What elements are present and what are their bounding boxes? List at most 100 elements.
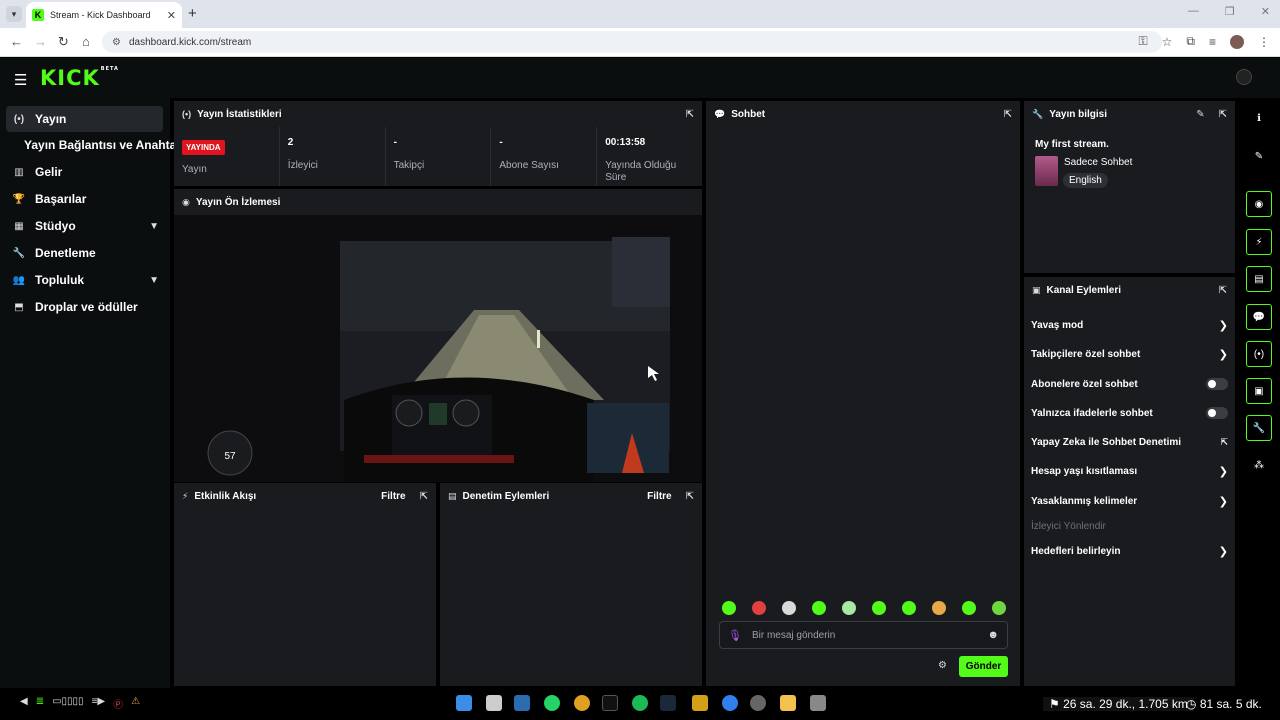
taskbar-app-icon[interactable] (692, 695, 708, 711)
chat-message-field[interactable]: 🎙 ☻ (719, 621, 1008, 649)
filter-button[interactable]: Filtre (647, 491, 671, 502)
emote-icon[interactable] (962, 601, 976, 615)
whatsapp-icon[interactable] (544, 695, 560, 711)
edit-pencil-icon[interactable]: ✎ (1246, 143, 1272, 169)
sidebar-item-yayin[interactable]: (•) Yayın (6, 106, 163, 132)
reading-list-icon[interactable]: ≡ (1209, 35, 1216, 49)
file-explorer-icon[interactable] (780, 695, 796, 711)
edge-icon[interactable] (722, 695, 738, 711)
popout-icon[interactable]: ⇱ (1004, 109, 1012, 120)
bookmark-star-icon[interactable]: ☆ (1162, 35, 1173, 49)
chevron-right-icon: ❯ (1218, 319, 1228, 332)
home-icon[interactable]: ⌂ (82, 34, 90, 49)
panel-title: Yayın Ön İzlemesi (195, 196, 281, 208)
chrome-icon[interactable] (574, 695, 590, 711)
preview-toggle-icon[interactable]: ◉ (1246, 191, 1272, 217)
emotes-only-toggle[interactable] (1206, 407, 1228, 419)
action-set-goals[interactable]: Hedefleri belirleyin ❯ (1031, 542, 1228, 560)
action-account-age[interactable]: Hesap yaşı kısıtlaması ❯ (1031, 462, 1228, 480)
stream-preview[interactable]: 57 (174, 215, 702, 482)
popout-icon[interactable]: ⇱ (686, 109, 694, 120)
activity-toggle-icon[interactable]: ⚡ (1246, 229, 1272, 255)
speedometer-value: 57 (224, 451, 236, 462)
browser-menu-icon[interactable]: ⋮ (1258, 35, 1270, 49)
action-ai-moderation[interactable]: Yapay Zeka ile Sohbet Denetimi ⇱ (1031, 433, 1228, 451)
sidebar-item-studyo[interactable]: ▦ Stüdyo ▼ (6, 213, 163, 239)
emote-icon[interactable] (902, 601, 916, 615)
add-widget-icon[interactable]: ⁂ (1246, 452, 1272, 478)
chevron-down-icon[interactable]: ▼ (149, 221, 159, 232)
maximize-icon[interactable]: ❐ (1225, 5, 1235, 18)
stat-label: Abone Sayısı (499, 160, 559, 171)
kick-logo[interactable]: KICKBETA (40, 66, 119, 90)
game-frame-image: 57 (174, 215, 702, 482)
emote-icon[interactable] (812, 601, 826, 615)
chevron-right-icon: ❯ (1218, 348, 1228, 361)
taskbar-app-icon[interactable] (486, 695, 502, 711)
moderation-toggle-icon[interactable]: ▤ (1246, 266, 1272, 292)
send-button[interactable]: Gönder (959, 656, 1008, 677)
back-icon[interactable]: ← (10, 34, 23, 49)
moderation-actions-panel: ▤ Denetim Eylemleri Filtre ⇱ (440, 483, 702, 686)
taskbar-app-icon[interactable] (514, 695, 530, 711)
emote-icon[interactable] (722, 601, 736, 615)
filter-button[interactable]: Filtre (381, 491, 405, 502)
chevron-down-icon[interactable]: ▼ (149, 275, 159, 286)
tab-search-button[interactable]: ▾ (6, 6, 22, 22)
tab-close-icon[interactable]: ✕ (167, 9, 176, 22)
spotify-icon[interactable] (632, 695, 648, 711)
site-info-icon[interactable]: ⚙ (112, 37, 121, 48)
subscribers-only-toggle[interactable] (1206, 378, 1228, 390)
user-avatar[interactable] (1236, 69, 1252, 85)
emote-icon[interactable] (782, 601, 796, 615)
emote-icon[interactable] (932, 601, 946, 615)
popout-icon[interactable]: ⇱ (1219, 285, 1227, 296)
broadcast-toggle-icon[interactable]: (•) (1246, 341, 1272, 367)
microphone-icon[interactable]: 🎙 (728, 629, 742, 642)
browser-tab[interactable]: K Stream - Kick Dashboard ✕ (26, 2, 182, 28)
sidebar-item-gelir[interactable]: ▥ Gelir (6, 159, 163, 185)
browser-toolbar: ← → ↻ ⌂ ⚙ dashboard.kick.com/stream ⚿ ☆ … (0, 28, 1280, 57)
windows-start-icon[interactable] (456, 695, 472, 711)
emoji-picker-icon[interactable]: ☻ (987, 629, 999, 641)
minimize-icon[interactable]: — (1188, 5, 1199, 18)
sidebar-item-denetleme[interactable]: 🔧 Denetleme (6, 240, 163, 266)
stream-info-toggle-icon[interactable]: 🔧 (1246, 415, 1272, 441)
channel-actions-toggle-icon[interactable]: ▣ (1246, 378, 1272, 404)
action-followers-only[interactable]: Takipçilere özel sohbet ❯ (1031, 345, 1228, 363)
forward-icon[interactable]: → (34, 34, 47, 49)
chat-input[interactable] (751, 629, 988, 641)
sidebar-item-basarilar[interactable]: 🏆 Başarılar (6, 186, 163, 212)
action-slow-mode[interactable]: Yavaş mod ❯ (1031, 316, 1228, 334)
info-icon[interactable]: ℹ (1246, 105, 1272, 131)
taskbar-app-icon[interactable] (810, 695, 826, 711)
sidebar-item-droplar[interactable]: ⬒ Droplar ve ödüller (6, 294, 163, 320)
popout-icon[interactable]: ⇱ (1219, 109, 1227, 120)
steam-icon[interactable] (660, 695, 676, 711)
stream-category[interactable]: Sadece Sohbet (1064, 157, 1132, 168)
close-window-icon[interactable]: ✕ (1261, 5, 1270, 18)
stream-info-header: 🔧 Yayın bilgisi ✎ ⇱ (1024, 101, 1235, 127)
emote-icon[interactable] (992, 601, 1006, 615)
emote-icon[interactable] (842, 601, 856, 615)
edit-pencil-icon[interactable]: ✎ (1196, 109, 1204, 120)
sidebar-item-stream-key[interactable]: Yayın Bağlantısı ve Anahtarı (24, 138, 184, 152)
extensions-icon[interactable]: ⧉ (1186, 34, 1195, 49)
popout-icon[interactable]: ⇱ (420, 491, 428, 502)
password-key-icon[interactable]: ⚿ (1139, 34, 1148, 49)
action-banned-words[interactable]: Yasaklanmış kelimeler ❯ (1031, 492, 1228, 510)
taskbar-app-icon[interactable] (750, 695, 766, 711)
sidebar-item-topluluk[interactable]: 👥 Topluluk ▼ (6, 267, 163, 293)
emote-icon[interactable] (872, 601, 886, 615)
address-bar[interactable]: ⚙ dashboard.kick.com/stream (102, 31, 1162, 53)
chat-settings-gear-icon[interactable]: ⚙ (938, 660, 947, 671)
reload-icon[interactable]: ↻ (58, 34, 69, 50)
tiktok-icon[interactable] (602, 695, 618, 711)
hamburger-menu-icon[interactable]: ☰ (14, 71, 27, 89)
popout-icon[interactable]: ⇱ (686, 491, 694, 502)
profile-avatar[interactable] (1230, 34, 1244, 49)
chat-toggle-icon[interactable]: 💬 (1246, 304, 1272, 330)
new-tab-button[interactable]: + (188, 5, 197, 22)
emote-icon[interactable] (752, 601, 766, 615)
stat-value: - (499, 137, 503, 148)
